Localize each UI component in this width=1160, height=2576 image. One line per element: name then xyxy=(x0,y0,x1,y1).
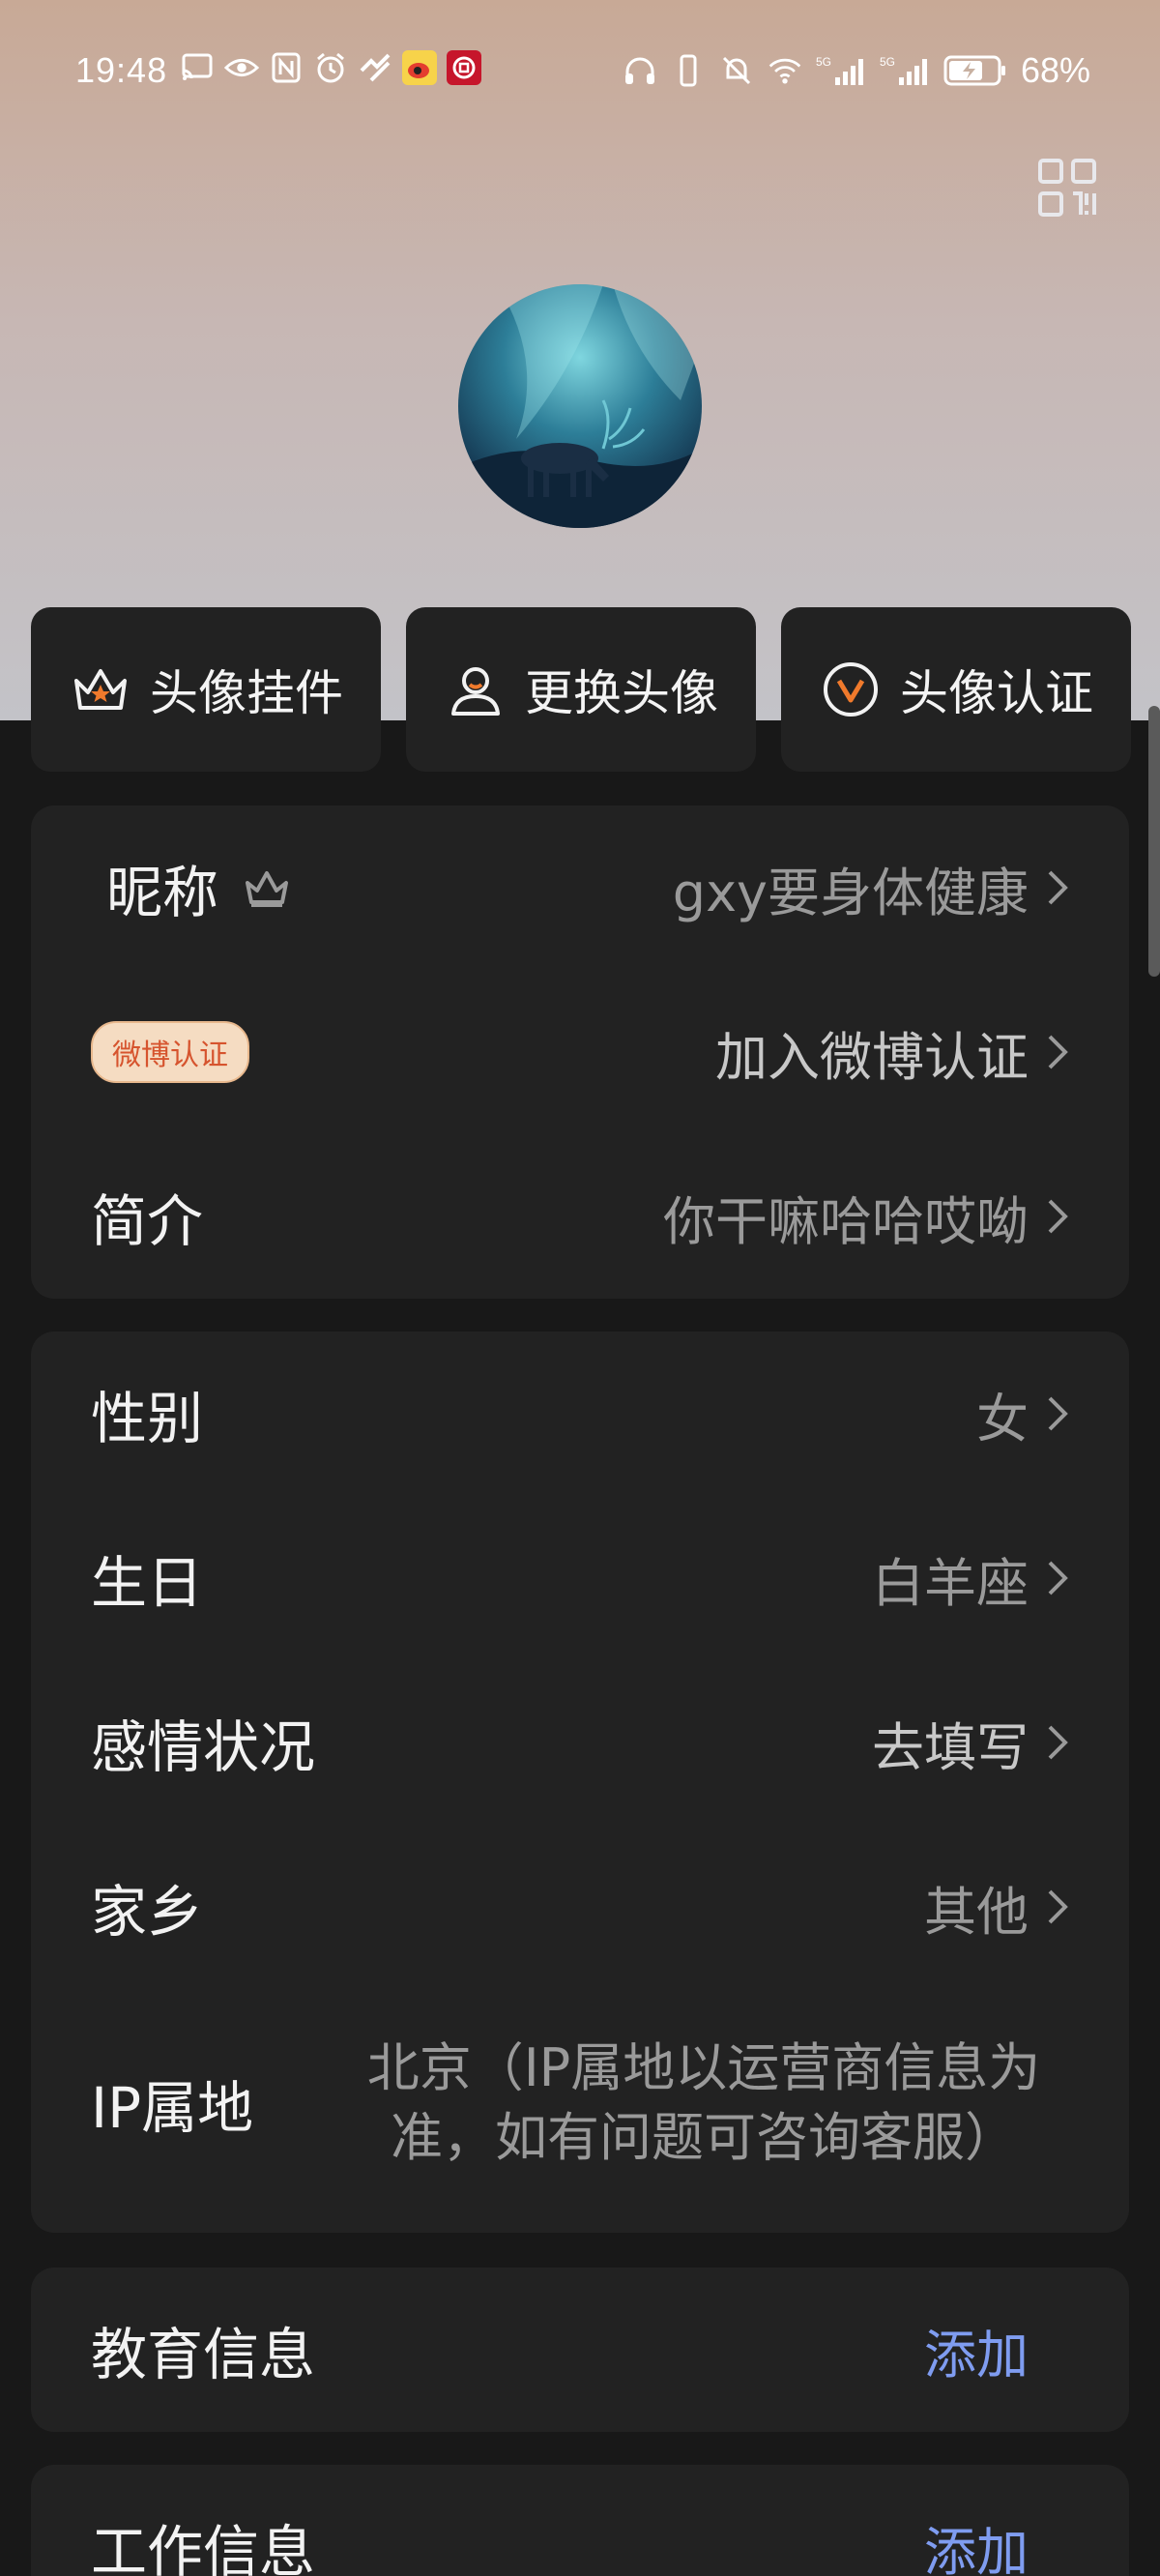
avatar-pendant-label: 头像挂件 xyxy=(150,665,343,721)
chevron-right-icon xyxy=(1048,1561,1068,1595)
crown-frame-icon xyxy=(69,658,132,721)
verified-v-icon xyxy=(819,658,883,721)
svg-text:5G: 5G xyxy=(816,55,831,69)
chevron-right-icon xyxy=(1048,1725,1068,1760)
alarm-icon xyxy=(313,50,348,85)
weibo-app-icon xyxy=(402,50,437,85)
education-row: 教育信息 添加 xyxy=(31,2268,1129,2432)
wifi-icon xyxy=(768,53,802,88)
status-bar: 19:48 5G 5G 68% xyxy=(0,0,1160,141)
qr-code-button[interactable] xyxy=(1034,155,1102,222)
avatar-actions: 头像挂件 更换头像 头像认证 xyxy=(31,607,1131,774)
ip-location-label: IP属地 xyxy=(91,2075,254,2141)
change-avatar-label: 更换头像 xyxy=(525,665,718,721)
birthday-label: 生日 xyxy=(91,1550,204,1616)
bank-app-icon xyxy=(447,50,481,85)
work-label: 工作信息 xyxy=(91,2519,316,2576)
notification-icons xyxy=(180,50,481,85)
person-icon xyxy=(444,658,508,721)
ip-location-value: 北京（IP属地以运营商信息为 准，如有问题可咨询客服） xyxy=(336,2034,1071,2173)
chevron-right-icon xyxy=(1048,1199,1068,1234)
ip-location-value-line1: 北京（IP属地以运营商信息为 xyxy=(366,2037,1041,2098)
eye-icon xyxy=(224,50,259,85)
vibrate-icon xyxy=(671,53,706,88)
work-row: 工作信息 添加 xyxy=(31,2465,1129,2576)
signal-5g-icon-2: 5G xyxy=(880,53,930,88)
hometown-value: 其他 xyxy=(924,1881,1029,1943)
health-icon xyxy=(358,50,392,85)
education-add-button[interactable]: 添加 xyxy=(924,2312,1071,2388)
chevron-right-icon xyxy=(1048,870,1068,905)
headphones-icon xyxy=(623,53,657,88)
intro-label: 简介 xyxy=(91,1188,204,1254)
relationship-row[interactable]: 感情状况 去填写 xyxy=(31,1660,1129,1825)
signal-5g-icon-1: 5G xyxy=(816,53,866,88)
battery-percent: 68% xyxy=(1020,50,1090,90)
education-card: 教育信息 添加 xyxy=(31,2268,1129,2432)
nickname-label: 昵称 xyxy=(106,860,219,925)
intro-row[interactable]: 简介 你干嘛哈哈哎呦 xyxy=(31,1134,1129,1299)
gender-value: 女 xyxy=(976,1388,1029,1449)
mute-bell-icon xyxy=(719,53,754,88)
avatar-verify-label: 头像认证 xyxy=(900,665,1093,721)
gender-label: 性别 xyxy=(91,1386,204,1451)
avatar-pendant-button[interactable]: 头像挂件 xyxy=(31,607,381,772)
avatar-verify-button[interactable]: 头像认证 xyxy=(781,607,1131,772)
details-card: 性别 女 生日 白羊座 感情状况 去填写 家乡 其他 IP属地 北京（IP属地以… xyxy=(31,1332,1129,2233)
basic-info-card: 昵称 gxy要身体健康 微博认证 加入微博认证 简介 你干嘛哈哈哎呦 xyxy=(31,805,1129,1299)
ip-location-value-line2: 准，如有问题可咨询客服） xyxy=(391,2107,1017,2168)
weibo-verify-badge: 微博认证 xyxy=(91,1021,249,1083)
gender-row[interactable]: 性别 女 xyxy=(31,1332,1129,1496)
scrollbar[interactable] xyxy=(1148,706,1160,977)
avatar[interactable] xyxy=(458,284,702,528)
ip-location-row: IP属地 北京（IP属地以运营商信息为 准，如有问题可咨询客服） xyxy=(31,1989,1129,2217)
relationship-value: 去填写 xyxy=(872,1716,1029,1778)
nickname-row[interactable]: 昵称 gxy要身体健康 xyxy=(31,805,1129,970)
intro-value: 你干嘛哈哈哎呦 xyxy=(663,1190,1029,1252)
profile-content: 昵称 gxy要身体健康 微博认证 加入微博认证 简介 你干嘛哈哈哎呦 性别 女 … xyxy=(0,720,1160,2576)
cast-icon xyxy=(180,50,215,85)
change-avatar-button[interactable]: 更换头像 xyxy=(406,607,756,772)
education-label: 教育信息 xyxy=(91,2322,316,2387)
hometown-row[interactable]: 家乡 其他 xyxy=(31,1825,1129,1989)
nickname-value: gxy要身体健康 xyxy=(672,862,1029,923)
work-add-button[interactable]: 添加 xyxy=(924,2509,1071,2576)
status-time: 19:48 xyxy=(75,50,168,90)
hometown-label: 家乡 xyxy=(91,1879,204,1945)
qr-code-icon xyxy=(1038,159,1096,217)
birthday-row[interactable]: 生日 白羊座 xyxy=(31,1496,1129,1660)
battery-icon xyxy=(943,53,1007,88)
weibo-verify-row[interactable]: 微博认证 加入微博认证 xyxy=(31,970,1129,1134)
relationship-label: 感情状况 xyxy=(91,1714,316,1780)
crown-icon xyxy=(246,871,289,907)
birthday-value: 白羊座 xyxy=(872,1552,1029,1614)
system-status-icons: 5G 5G 68% xyxy=(623,50,1090,91)
chevron-right-icon xyxy=(1048,1035,1068,1069)
work-card: 工作信息 添加 xyxy=(31,2465,1129,2576)
svg-text:5G: 5G xyxy=(880,55,895,69)
chevron-right-icon xyxy=(1048,1396,1068,1431)
weibo-verify-value: 加入微博认证 xyxy=(715,1026,1029,1088)
chevron-right-icon xyxy=(1048,1889,1068,1924)
nfc-icon xyxy=(269,50,304,85)
